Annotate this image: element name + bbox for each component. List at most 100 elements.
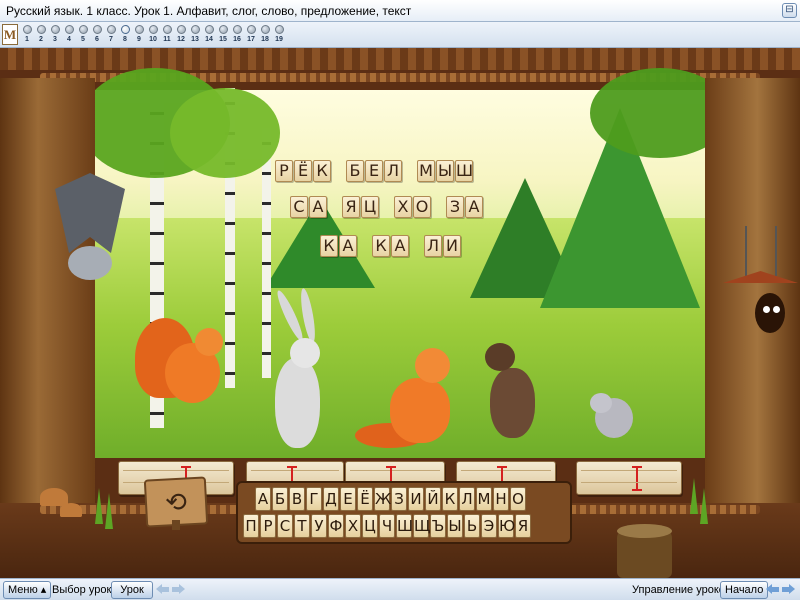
letter-key[interactable]: Р bbox=[260, 514, 276, 538]
page-number: 5 bbox=[81, 36, 85, 43]
page-nav-item[interactable]: 13 bbox=[188, 24, 202, 46]
restore-window-button[interactable]: ⊟ bbox=[782, 3, 797, 18]
next-page-arrow-icon[interactable] bbox=[782, 584, 795, 595]
letter-key[interactable]: Й bbox=[425, 487, 441, 511]
page-nav-item[interactable]: 8 bbox=[118, 24, 132, 46]
syllable-row: САЯЦХОЗА bbox=[290, 196, 498, 218]
letter-key[interactable]: Х bbox=[345, 514, 361, 538]
owl-eye bbox=[763, 306, 770, 313]
page-nav-item[interactable]: 6 bbox=[90, 24, 104, 46]
fox bbox=[390, 378, 450, 443]
page-number: 7 bbox=[109, 36, 113, 43]
letter-key[interactable]: В bbox=[289, 487, 305, 511]
page-nav-item[interactable]: 15 bbox=[216, 24, 230, 46]
letter-tile: Ы bbox=[436, 160, 454, 182]
letter-key[interactable]: Ё bbox=[357, 487, 373, 511]
page-nav-item[interactable]: 17 bbox=[244, 24, 258, 46]
page-number: 15 bbox=[219, 36, 227, 43]
letter-key[interactable]: О bbox=[510, 487, 526, 511]
next-lesson-arrow-icon[interactable] bbox=[172, 584, 185, 595]
syllable-word[interactable]: ХО bbox=[394, 196, 432, 218]
page-dot-icon bbox=[233, 25, 242, 34]
page-dot-icon bbox=[219, 25, 228, 34]
letter-key[interactable]: Е bbox=[340, 487, 356, 511]
grass-blade bbox=[700, 488, 708, 524]
letter-key[interactable]: Э bbox=[481, 514, 497, 538]
letter-key[interactable]: Т bbox=[294, 514, 310, 538]
page-number: 9 bbox=[137, 36, 141, 43]
hare-head bbox=[290, 338, 320, 368]
page-nav-item[interactable]: 19 bbox=[272, 24, 286, 46]
letter-key[interactable]: Б bbox=[272, 487, 288, 511]
letter-tile: И bbox=[443, 235, 461, 257]
syllable-word[interactable]: ЯЦ bbox=[342, 196, 380, 218]
syllable-word[interactable]: БЕЛ bbox=[346, 160, 403, 182]
syllable-word[interactable]: РЁК bbox=[275, 160, 332, 182]
letter-tile: Б bbox=[346, 160, 364, 182]
text-cursor-icon bbox=[632, 466, 642, 491]
publisher-logo[interactable]: M bbox=[2, 24, 18, 45]
page-nav-item[interactable]: 2 bbox=[34, 24, 48, 46]
page-nav-item[interactable]: 11 bbox=[160, 24, 174, 46]
letter-key[interactable]: Л bbox=[459, 487, 475, 511]
page-nav-item[interactable]: 16 bbox=[230, 24, 244, 46]
grass-blade bbox=[95, 488, 103, 524]
keyboard-row: ПРСТУФХЦЧШЩЪЫЬЭЮЯ bbox=[243, 514, 565, 538]
letter-keyboard: АБВГДЕЁЖЗИЙКЛМНО ПРСТУФХЦЧШЩЪЫЬЭЮЯ bbox=[236, 481, 572, 544]
letter-key[interactable]: Я bbox=[515, 514, 531, 538]
letter-key[interactable]: А bbox=[255, 487, 271, 511]
letter-key[interactable]: Ж bbox=[374, 487, 391, 511]
letter-tile: А bbox=[465, 196, 483, 218]
letter-key[interactable]: У bbox=[311, 514, 327, 538]
letter-key[interactable]: Щ bbox=[413, 514, 430, 538]
syllable-word[interactable]: ЛИ bbox=[424, 235, 462, 257]
letter-tile: С bbox=[290, 196, 308, 218]
birdhouse-rope bbox=[745, 226, 747, 276]
page-number: 3 bbox=[53, 36, 57, 43]
syllable-word[interactable]: СА bbox=[290, 196, 328, 218]
page-nav-item[interactable]: 9 bbox=[132, 24, 146, 46]
prev-lesson-arrow-icon[interactable] bbox=[156, 584, 169, 595]
letter-key[interactable]: Ю bbox=[498, 514, 515, 538]
letter-key[interactable]: Ы bbox=[447, 514, 463, 538]
page-dot-icon bbox=[275, 25, 284, 34]
page-nav-item[interactable]: 10 bbox=[146, 24, 160, 46]
letter-key[interactable]: И bbox=[408, 487, 424, 511]
page-nav-item[interactable]: 5 bbox=[76, 24, 90, 46]
letter-key[interactable]: П bbox=[243, 514, 259, 538]
letter-key[interactable]: Г bbox=[306, 487, 322, 511]
page-nav-item[interactable]: 3 bbox=[48, 24, 62, 46]
window-titlebar: Русский язык. 1 класс. Урок 1. Алфавит, … bbox=[0, 0, 800, 22]
syllable-word[interactable]: КА bbox=[320, 235, 358, 257]
page-dot-icon bbox=[191, 25, 200, 34]
page-nav-item[interactable]: 1 bbox=[20, 24, 34, 46]
answer-log-slot[interactable] bbox=[576, 461, 682, 495]
letter-key[interactable]: Ъ bbox=[430, 514, 446, 538]
letter-key[interactable]: Ч bbox=[379, 514, 395, 538]
page-nav-item[interactable]: 7 bbox=[104, 24, 118, 46]
letter-key[interactable]: Ц bbox=[362, 514, 378, 538]
letter-key[interactable]: Д bbox=[323, 487, 339, 511]
bat-head bbox=[68, 246, 112, 280]
syllable-word[interactable]: МЫШ bbox=[417, 160, 474, 182]
letter-key[interactable]: Н bbox=[493, 487, 509, 511]
letter-key[interactable]: С bbox=[277, 514, 293, 538]
prev-page-arrow-icon[interactable] bbox=[766, 584, 779, 595]
page-number: 13 bbox=[191, 36, 199, 43]
letter-key[interactable]: Ш bbox=[396, 514, 413, 538]
start-button[interactable]: Начало bbox=[720, 581, 769, 599]
letter-key[interactable]: З bbox=[391, 487, 407, 511]
letter-key[interactable]: Ф bbox=[328, 514, 344, 538]
page-nav-item[interactable]: 18 bbox=[258, 24, 272, 46]
letter-key[interactable]: М bbox=[476, 487, 492, 511]
page-nav-item[interactable]: 14 bbox=[202, 24, 216, 46]
page-nav-item[interactable]: 12 bbox=[174, 24, 188, 46]
page-number: 2 bbox=[39, 36, 43, 43]
letter-key[interactable]: К bbox=[442, 487, 458, 511]
syllable-word[interactable]: ЗА bbox=[446, 196, 484, 218]
menu-button[interactable]: Меню ▴ bbox=[3, 581, 52, 599]
page-nav-item[interactable]: 4 bbox=[62, 24, 76, 46]
lesson-button[interactable]: Урок bbox=[111, 581, 153, 599]
syllable-word[interactable]: КА bbox=[372, 235, 410, 257]
letter-key[interactable]: Ь bbox=[464, 514, 480, 538]
